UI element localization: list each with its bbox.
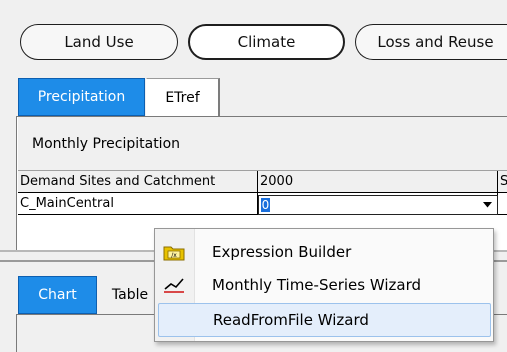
tab-table-label: Table bbox=[111, 287, 149, 303]
land-use-label: Land Use bbox=[64, 33, 134, 51]
tab-chart-label: Chart bbox=[38, 287, 77, 303]
tab-etref[interactable]: ETref bbox=[146, 78, 220, 116]
menu-item-monthly-time-series-wizard[interactable]: Monthly Time-Series Wizard bbox=[158, 268, 491, 302]
menu-item-expression-builder[interactable]: /x Expression Builder bbox=[158, 235, 491, 269]
menu-item-expression-builder-label: Expression Builder bbox=[212, 243, 352, 261]
tab-table[interactable]: Table bbox=[100, 276, 160, 314]
land-use-button[interactable]: Land Use bbox=[20, 24, 178, 60]
table-row-name-cell[interactable]: C_MainCentral bbox=[18, 193, 258, 215]
column-header-partial[interactable]: S bbox=[498, 171, 507, 193]
loss-and-reuse-button[interactable]: Loss and Reuse bbox=[355, 24, 507, 60]
column-header-demand-sites-label: Demand Sites and Catchment bbox=[20, 174, 216, 189]
expression-builder-icon: /x bbox=[163, 242, 185, 262]
dropdown-button[interactable] bbox=[478, 196, 497, 214]
climate-label: Climate bbox=[237, 33, 296, 51]
menu-item-monthly-time-series-wizard-label: Monthly Time-Series Wizard bbox=[212, 276, 422, 294]
grid-caption-text: Monthly Precipitation bbox=[32, 135, 181, 152]
value-edit-text: 0 bbox=[261, 198, 270, 212]
tab-precipitation-label: Precipitation bbox=[37, 89, 126, 105]
table-row-extra-cell bbox=[498, 193, 507, 215]
grid-caption: Monthly Precipitation bbox=[18, 117, 507, 171]
column-header-2000[interactable]: 2000 bbox=[258, 171, 498, 193]
column-header-2000-label: 2000 bbox=[260, 174, 294, 189]
time-series-icon bbox=[163, 275, 185, 295]
value-edit-field[interactable] bbox=[258, 195, 498, 215]
tab-precipitation[interactable]: Precipitation bbox=[18, 78, 145, 116]
loss-and-reuse-label: Loss and Reuse bbox=[377, 33, 494, 51]
climate-button[interactable]: Climate bbox=[188, 24, 345, 60]
column-header-demand-sites[interactable]: Demand Sites and Catchment bbox=[18, 171, 258, 193]
tab-etref-label: ETref bbox=[165, 89, 200, 106]
chevron-down-icon bbox=[483, 202, 492, 208]
column-header-partial-label: S bbox=[500, 174, 507, 189]
row-name-label: C_MainCentral bbox=[20, 196, 114, 211]
svg-text:/x: /x bbox=[171, 252, 177, 259]
menu-item-readfromfile-wizard-label: ReadFromFile Wizard bbox=[213, 311, 369, 329]
tab-chart[interactable]: Chart bbox=[18, 276, 97, 314]
menu-item-readfromfile-wizard[interactable]: ReadFromFile Wizard bbox=[158, 303, 491, 337]
